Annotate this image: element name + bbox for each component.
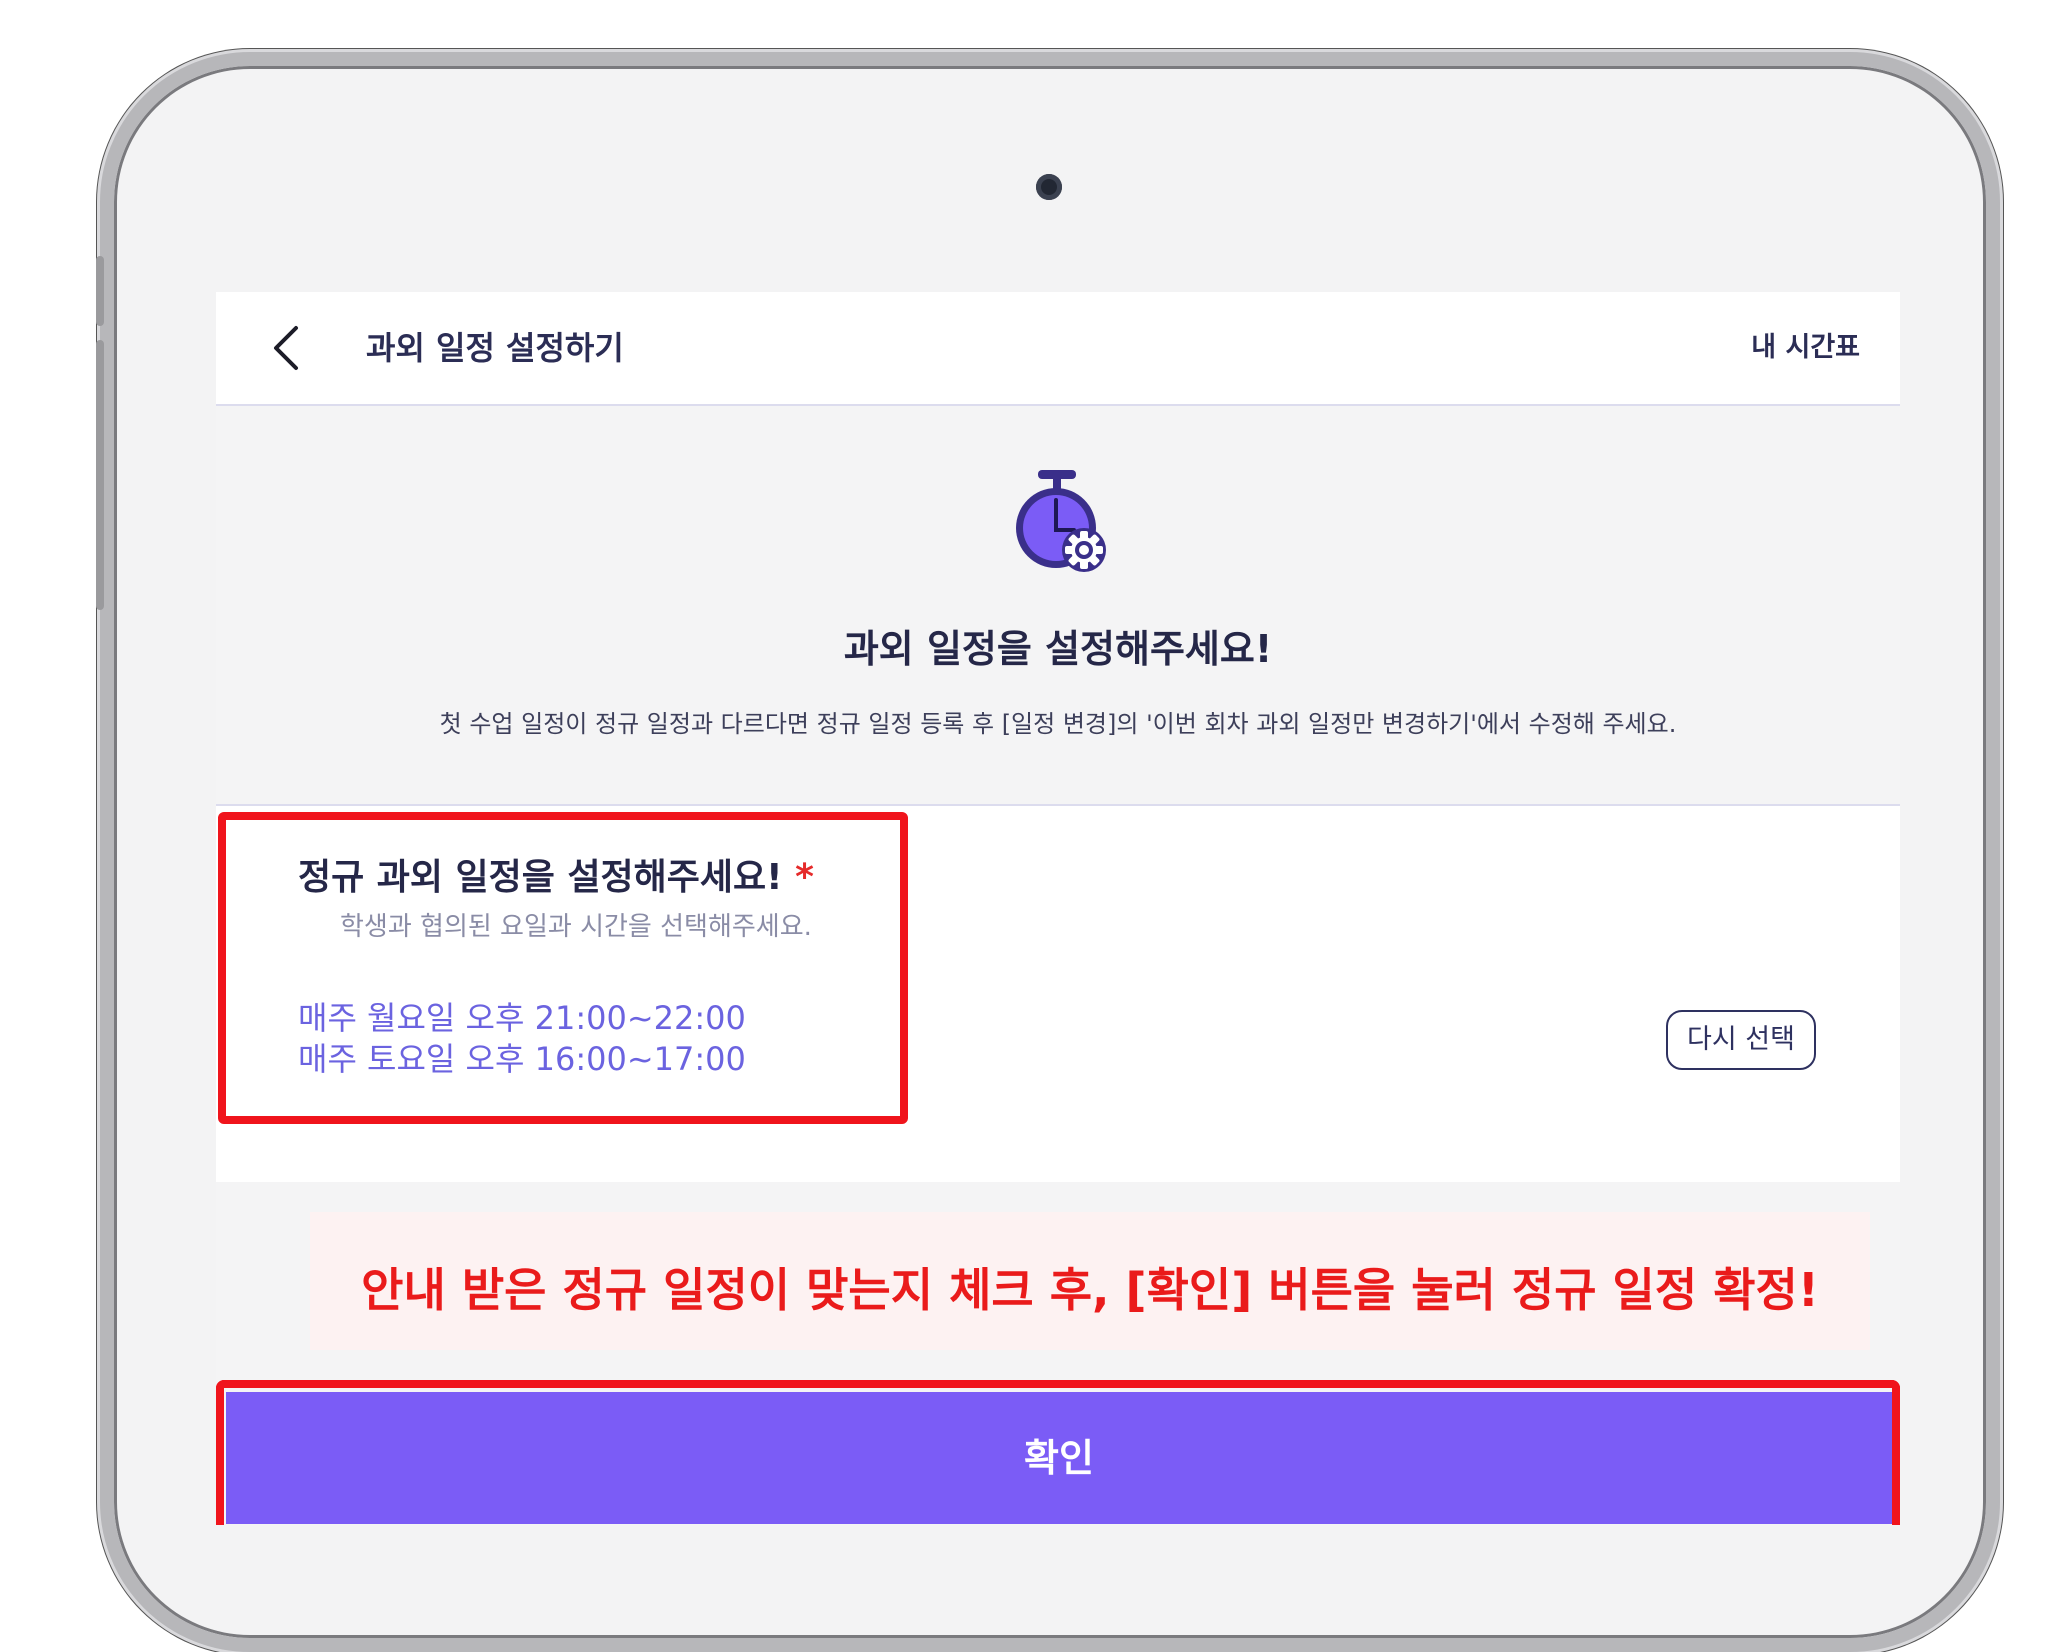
app-screen: 과외 일정 설정하기 내 시간표 과외 일정을 설정해주세요! 첫 수업 일정이… [216,292,1900,1525]
stopwatch-gear-icon [1016,470,1106,572]
my-timetable-link[interactable]: 내 시간표 [1751,322,1860,374]
instruction-text: 안내 받은 정규 일정이 맞는지 체크 후, [확인] 버튼을 눌러 정규 일정… [361,1263,1819,1317]
instruction-banner: 안내 받은 정규 일정이 맞는지 체크 후, [확인] 버튼을 눌러 정규 일정… [310,1212,1870,1350]
top-bar: 과외 일정 설정하기 내 시간표 [216,292,1900,406]
highlight-box [218,812,908,1124]
hero-title: 과외 일정을 설정해주세요! [843,627,1273,671]
page-title: 과외 일정 설정하기 [366,329,624,367]
confirm-button[interactable]: 확인 [226,1392,1892,1524]
camera-icon [1036,174,1062,200]
chevron-left-icon[interactable] [266,322,306,374]
reselect-button[interactable]: 다시 선택 [1666,1010,1816,1070]
volume-button [96,450,104,610]
hero-description: 첫 수업 일정이 정규 일정과 다르다면 정규 일정 등록 후 [일정 변경]의… [439,710,1677,738]
volume-button [96,256,104,326]
